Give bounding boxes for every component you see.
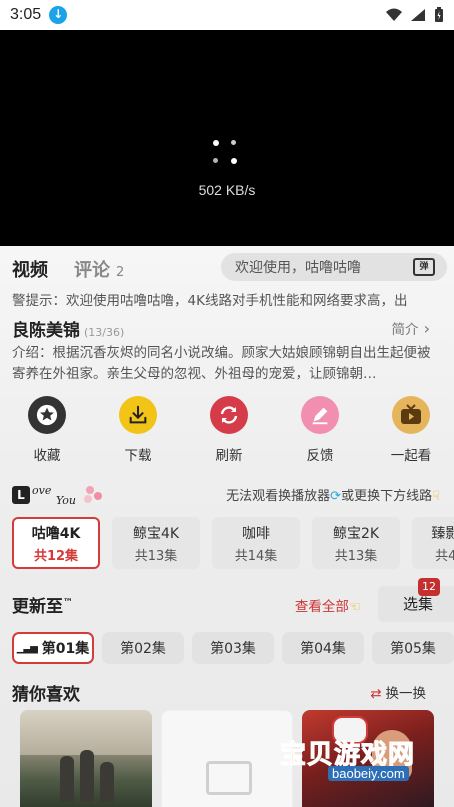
tv-placeholder-icon (206, 761, 252, 795)
tab-comments[interactable]: 评论 (74, 256, 110, 282)
shuffle-button[interactable]: ⇄ 换一换 (370, 682, 426, 702)
episode-count-badge: 12 (418, 578, 440, 596)
buffer-speed: 502 KB/s (198, 182, 256, 198)
episode-item[interactable]: 第02集 (102, 632, 184, 664)
select-episode-button[interactable]: 选集 (378, 586, 454, 622)
pointing-hand-icon: ☟ (432, 489, 440, 504)
video-player[interactable]: 502 KB/s (0, 30, 454, 246)
episode-header: 更新至™ 查看全部☜ 选集 12 (12, 578, 454, 622)
episode-item[interactable]: ▁▃▅ 第01集 (12, 632, 94, 664)
signal-icon (411, 9, 425, 21)
route-item[interactable]: 咖啡 共14集 (212, 517, 300, 569)
love-you-logo: L ove You (12, 482, 112, 510)
download-label: 下载 (124, 448, 152, 464)
loading-spinner-icon (213, 140, 241, 168)
route-item[interactable]: 鲸宝2K 共13集 (312, 517, 400, 569)
route-name: 臻影... (431, 525, 454, 542)
route-hint-text1: 无法观看换播放器 (226, 489, 331, 504)
route-name: 鲸宝4K (132, 525, 180, 542)
status-time: 3:05 (10, 6, 42, 23)
recommend-title: 猜你喜欢 (12, 685, 80, 705)
route-count: 共4... (435, 548, 454, 564)
battery-icon (435, 7, 443, 22)
refresh-label: 刷新 (215, 448, 243, 464)
recommend-poster-placeholder[interactable] (161, 710, 293, 807)
danmu-toggle-icon[interactable]: 弹 (413, 258, 435, 276)
episode-item[interactable]: 第04集 (282, 632, 364, 664)
refresh-icon (210, 396, 248, 434)
danmu-placeholder: 欢迎使用，咕噜咕噜 (235, 260, 361, 276)
show-description: 介绍：根据沉香灰烬的同名小说改编。顾家大姑娘顾锦朝自出生起便被寄养在外祖家。亲生… (12, 345, 431, 382)
tv-icon (392, 396, 430, 434)
route-count: 共13集 (134, 548, 178, 564)
route-count: 共12集 (33, 548, 79, 564)
action-bar: 收藏 下载 刷新 反馈 一起看 (12, 396, 446, 464)
notice-marquee: 警提示：欢迎使用咕噜咕噜，4K线路对手机性能和网络要求高，出 (12, 293, 408, 309)
show-title: 良陈美锦 (12, 321, 80, 341)
view-all-link[interactable]: 查看全部☜ (295, 595, 361, 615)
favorite-button[interactable]: 收藏 (12, 396, 82, 464)
route-name: 咕噜4K (31, 525, 81, 542)
route-hint-text2: 或更换下方线路 (341, 489, 433, 504)
detail-tabs: 视频 评论 2 (12, 256, 124, 282)
route-hint: 无法观看换播放器⟳或更换下方线路☟ (226, 485, 440, 504)
recommend-header: 猜你喜欢 ⇄ 换一换 (12, 680, 442, 705)
episode-item[interactable]: 第05集 (372, 632, 454, 664)
refresh-button[interactable]: 刷新 (194, 396, 264, 464)
download-notification-icon (49, 6, 68, 24)
favorite-label: 收藏 (33, 448, 61, 464)
edit-icon (301, 396, 339, 434)
download-icon (119, 396, 157, 434)
hand-icon: ☜ (348, 599, 361, 615)
watch-together-button[interactable]: 一起看 (376, 396, 446, 464)
playing-bars-icon: ▁▃▅ (16, 642, 38, 654)
episode-list: ▁▃▅ 第01集 第02集 第03集 第04集 第05集 (12, 632, 454, 664)
route-list: 咕噜4K 共12集 鲸宝4K 共13集 咖啡 共14集 鲸宝2K 共13集 臻影… (12, 517, 454, 571)
watermark-logo: 宝贝游戏网 baobeiy.com (279, 740, 416, 781)
comments-count: 2 (116, 265, 125, 280)
feedback-button[interactable]: 反馈 (285, 396, 355, 464)
status-icons (386, 7, 444, 23)
show-title-row: 良陈美锦 (13/36) (12, 316, 124, 341)
route-count: 共14集 (234, 548, 278, 564)
wifi-icon (386, 8, 402, 21)
danmu-input[interactable]: 欢迎使用，咕噜咕噜 弹 (221, 253, 447, 281)
tab-video[interactable]: 视频 (12, 256, 48, 282)
download-button[interactable]: 下载 (103, 396, 173, 464)
recommend-poster[interactable] (20, 710, 152, 807)
star-icon (28, 396, 66, 434)
episode-progress: (13/36) (84, 326, 125, 339)
intro-link[interactable]: 简介 (392, 318, 430, 338)
detail-panel: 视频 评论 2 欢迎使用，咕噜咕噜 弹 警提示：欢迎使用咕噜咕噜，4K线路对手机… (0, 246, 454, 807)
status-bar: 3:05 (0, 0, 454, 30)
route-item[interactable]: 咕噜4K 共12集 (12, 517, 100, 569)
feedback-label: 反馈 (306, 448, 334, 464)
shuffle-icon: ⇄ (370, 686, 382, 702)
route-name: 鲸宝2K (332, 525, 380, 542)
switch-player-icon[interactable]: ⟳ (330, 489, 341, 504)
route-count: 共13集 (334, 548, 378, 564)
update-title: 更新至™ (12, 597, 73, 617)
route-name: 咖啡 (242, 525, 270, 542)
watch-together-label: 一起看 (390, 448, 432, 464)
episode-item[interactable]: 第03集 (192, 632, 274, 664)
route-item[interactable]: 臻影... 共4... (412, 517, 454, 569)
route-item[interactable]: 鲸宝4K 共13集 (112, 517, 200, 569)
